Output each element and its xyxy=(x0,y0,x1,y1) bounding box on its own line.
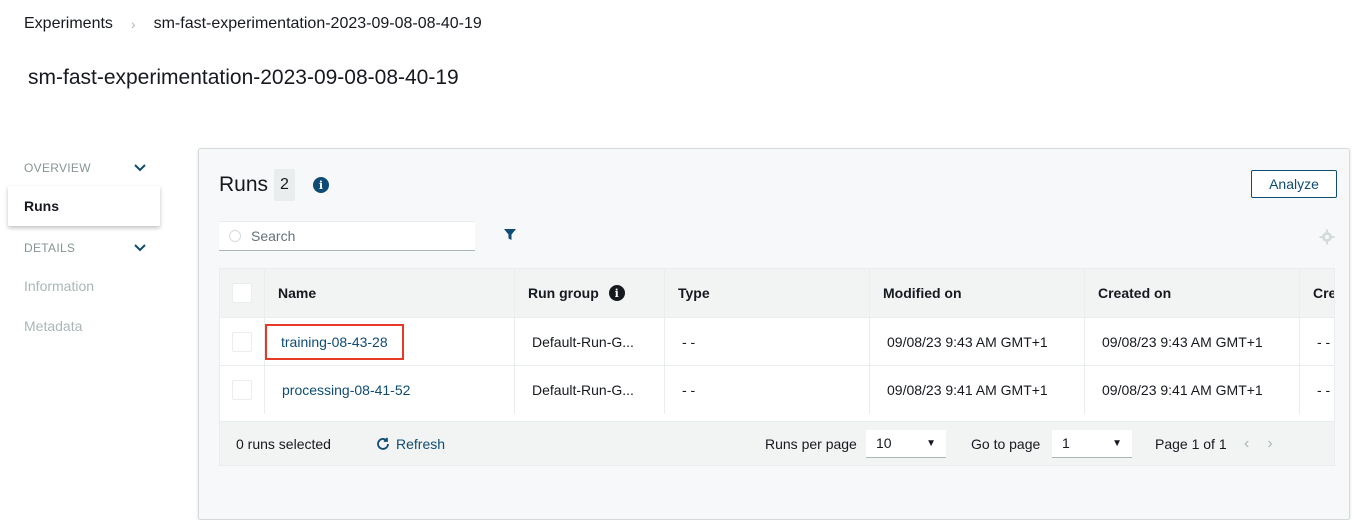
chevron-down-icon xyxy=(134,244,146,252)
runs-count-badge: 2 xyxy=(274,169,295,201)
table-row: training-08-43-28 Default-Run-G... - - 0… xyxy=(220,317,1334,366)
refresh-icon xyxy=(377,437,389,450)
table-row: processing-08-41-52 Default-Run-G... - -… xyxy=(220,365,1334,414)
row-checkbox[interactable] xyxy=(232,380,252,400)
info-icon[interactable]: i xyxy=(608,285,625,301)
run-name-link[interactable]: training-08-43-28 xyxy=(265,324,404,360)
modified-on-cell: 09/08/23 9:41 AM GMT+1 xyxy=(870,366,1085,414)
refresh-button[interactable]: Refresh xyxy=(376,436,445,452)
sidebar-item-metadata[interactable]: Metadata xyxy=(8,306,160,346)
gear-icon[interactable] xyxy=(1319,229,1335,245)
info-icon[interactable]: i xyxy=(312,177,329,193)
runs-header: Runs 2 i xyxy=(219,169,329,201)
search-input[interactable] xyxy=(251,228,451,244)
created-on-cell: 09/08/23 9:41 AM GMT+1 xyxy=(1085,366,1300,414)
runs-panel: Runs 2 i Analyze Name Run group i Type xyxy=(198,148,1350,520)
analyze-button[interactable]: Analyze xyxy=(1251,170,1337,198)
run-name-link[interactable]: processing-08-41-52 xyxy=(282,382,410,398)
run-type-cell: - - xyxy=(665,318,870,366)
created-on-cell: 09/08/23 9:43 AM GMT+1 xyxy=(1085,318,1300,366)
breadcrumb: Experiments › sm-fast-experimentation-20… xyxy=(24,14,482,34)
go-to-page-label: Go to page xyxy=(971,435,1041,452)
breadcrumb-current: sm-fast-experimentation-2023-09-08-08-40… xyxy=(153,15,482,32)
nav-section-overview[interactable]: OVERVIEW xyxy=(8,150,160,186)
select-all-cell xyxy=(220,269,265,317)
column-header-name[interactable]: Name xyxy=(265,269,515,317)
row-checkbox[interactable] xyxy=(232,332,252,352)
pagination: ‹ › xyxy=(1244,435,1273,453)
select-all-checkbox[interactable] xyxy=(232,283,252,303)
caret-down-icon: ▼ xyxy=(926,437,936,449)
created-by-cell: - - xyxy=(1300,366,1334,414)
modified-on-cell: 09/08/23 9:43 AM GMT+1 xyxy=(870,318,1085,366)
run-name-cell: processing-08-41-52 xyxy=(265,366,515,414)
chevron-down-icon xyxy=(134,164,146,172)
nav-section-overview-label: OVERVIEW xyxy=(24,161,91,175)
go-to-page-select[interactable]: 1 ▼ xyxy=(1052,429,1132,458)
go-to-page-value: 1 xyxy=(1062,435,1070,451)
column-header-created-by[interactable]: Cre xyxy=(1300,269,1334,317)
selected-count: 0 runs selected xyxy=(236,435,331,452)
column-header-modified-on[interactable]: Modified on xyxy=(870,269,1085,317)
run-group-cell: Default-Run-G... xyxy=(515,318,665,366)
page-title: sm-fast-experimentation-2023-09-08-08-40… xyxy=(28,66,459,89)
caret-down-icon: ▼ xyxy=(1112,437,1122,449)
column-header-run-group-label: Run group xyxy=(528,285,599,301)
table-header-row: Name Run group i Type Modified on Create… xyxy=(220,269,1334,317)
runs-per-page-label: Runs per page xyxy=(765,435,857,452)
column-header-type[interactable]: Type xyxy=(665,269,870,317)
side-navigation: OVERVIEW Runs DETAILS Information Metada… xyxy=(8,150,160,346)
runs-per-page-value: 10 xyxy=(876,435,892,451)
refresh-label: Refresh xyxy=(396,435,446,452)
search-icon xyxy=(229,230,241,242)
row-select-cell xyxy=(220,318,265,366)
breadcrumb-chevron-icon: › xyxy=(130,16,136,32)
filter-icon[interactable] xyxy=(503,228,517,242)
runs-table: Name Run group i Type Modified on Create… xyxy=(219,268,1335,466)
runs-title: Runs xyxy=(219,173,269,196)
column-header-run-group[interactable]: Run group i xyxy=(515,269,665,317)
nav-section-details[interactable]: DETAILS xyxy=(8,230,160,266)
row-select-cell xyxy=(220,366,265,414)
next-page-icon[interactable]: › xyxy=(1267,435,1272,453)
nav-section-details-label: DETAILS xyxy=(24,241,76,255)
breadcrumb-experiments-link[interactable]: Experiments xyxy=(24,15,113,33)
column-header-created-on[interactable]: Created on xyxy=(1085,269,1300,317)
run-name-cell: training-08-43-28 xyxy=(265,318,515,366)
sidebar-item-runs[interactable]: Runs xyxy=(8,186,160,226)
search-field xyxy=(219,221,475,251)
table-footer: 0 runs selected Refresh Runs per page 10… xyxy=(220,421,1334,465)
created-by-cell: - - xyxy=(1300,318,1334,366)
page-info: Page 1 of 1 xyxy=(1155,435,1227,452)
run-type-cell: - - xyxy=(665,366,870,414)
previous-page-icon[interactable]: ‹ xyxy=(1244,435,1249,453)
run-group-cell: Default-Run-G... xyxy=(515,366,665,414)
runs-per-page-select[interactable]: 10 ▼ xyxy=(866,429,946,458)
sidebar-item-information[interactable]: Information xyxy=(8,266,160,306)
